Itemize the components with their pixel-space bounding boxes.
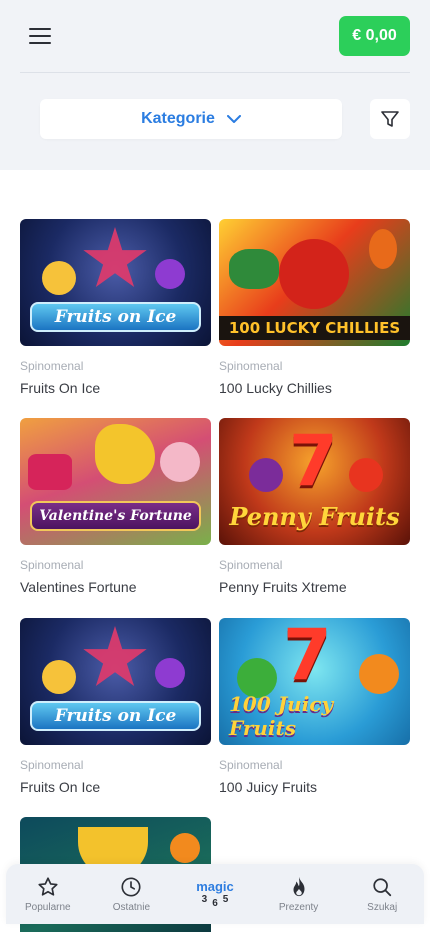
game-thumbnail[interactable]: 7 100 Juicy Fruits	[219, 618, 410, 745]
nav-recent[interactable]: Ostatnie	[96, 875, 166, 913]
filter-button[interactable]	[370, 99, 410, 139]
game-card[interactable]: Fruits on Ice Spinomenal Fruits On Ice	[20, 219, 211, 397]
game-provider: Spinomenal	[20, 758, 84, 772]
game-card[interactable]: Valentine's Fortune Spinomenal Valentine…	[20, 418, 211, 596]
star-icon	[38, 877, 58, 896]
category-dropdown[interactable]: Kategorie	[40, 99, 342, 139]
flame-icon	[293, 876, 305, 897]
game-provider: Spinomenal	[219, 359, 283, 373]
search-icon	[373, 878, 392, 897]
game-art-text: Valentine's Fortune	[30, 501, 201, 531]
game-provider: Spinomenal	[20, 558, 84, 572]
game-art-text: 100 Juicy Fruits	[229, 692, 334, 740]
magic-digit: 3	[201, 893, 208, 905]
game-thumbnail[interactable]: 100 LUCKY CHILLIES	[219, 219, 410, 346]
game-provider: Spinomenal	[219, 558, 283, 572]
balance-button[interactable]: € 0,00	[339, 16, 410, 56]
game-thumbnail[interactable]: Valentine's Fortune	[20, 418, 211, 545]
game-title[interactable]: Fruits On Ice	[20, 380, 211, 397]
game-card[interactable]: 7 100 Juicy Fruits Spinomenal 100 Juicy …	[219, 618, 410, 796]
magic-digit: 6	[212, 897, 218, 909]
magic-digit: 5	[222, 893, 229, 905]
game-title[interactable]: 100 Lucky Chillies	[219, 380, 410, 397]
game-title[interactable]: 100 Juicy Fruits	[219, 779, 410, 796]
game-art-text: 100 LUCKY CHILLIES	[219, 316, 410, 340]
hamburger-menu-icon[interactable]	[28, 25, 52, 47]
nav-label: Prezenty	[278, 902, 319, 913]
game-card[interactable]: 7 Penny Fruits Spinomenal Penny Fruits X…	[219, 418, 410, 596]
top-bar: € 0,00 Kategorie	[0, 0, 430, 170]
game-provider: Spinomenal	[20, 359, 84, 373]
nav-label: Szukaj	[367, 902, 398, 913]
game-thumbnail[interactable]: Fruits on Ice	[20, 618, 211, 745]
nav-search[interactable]: Szukaj	[347, 875, 417, 913]
game-title[interactable]: Penny Fruits Xtreme	[219, 579, 410, 596]
clock-icon	[121, 877, 141, 897]
game-art-text: Fruits on Ice	[30, 302, 201, 332]
game-title[interactable]: Fruits On Ice	[20, 779, 211, 796]
nav-label: Ostatnie	[112, 902, 151, 913]
bottom-navigation: Popularne Ostatnie magic 3 6 5 Prezenty …	[6, 864, 424, 924]
game-card[interactable]: Fruits on Ice Spinomenal Fruits On Ice	[20, 618, 211, 796]
game-provider: Spinomenal	[219, 758, 283, 772]
category-label: Kategorie	[141, 110, 215, 127]
nav-gifts[interactable]: Prezenty	[264, 875, 334, 913]
game-card[interactable]: 100 LUCKY CHILLIES Spinomenal 100 Lucky …	[219, 219, 410, 397]
magic-word: magic	[196, 878, 234, 894]
chevron-down-icon	[226, 114, 241, 123]
nav-magic365[interactable]: magic 3 6 5	[180, 880, 250, 909]
game-art-text: Fruits on Ice	[30, 701, 201, 731]
game-thumbnail[interactable]: Fruits on Ice	[20, 219, 211, 346]
game-art-text: Penny Fruits	[229, 501, 400, 531]
divider	[20, 72, 410, 73]
filter-icon	[381, 111, 399, 127]
nav-label: Popularne	[25, 902, 71, 913]
game-thumbnail[interactable]: 7 Penny Fruits	[219, 418, 410, 545]
game-title[interactable]: Valentines Fortune	[20, 579, 211, 596]
nav-popular[interactable]: Popularne	[13, 875, 83, 913]
magic365-logo: magic 3 6 5	[196, 880, 234, 909]
